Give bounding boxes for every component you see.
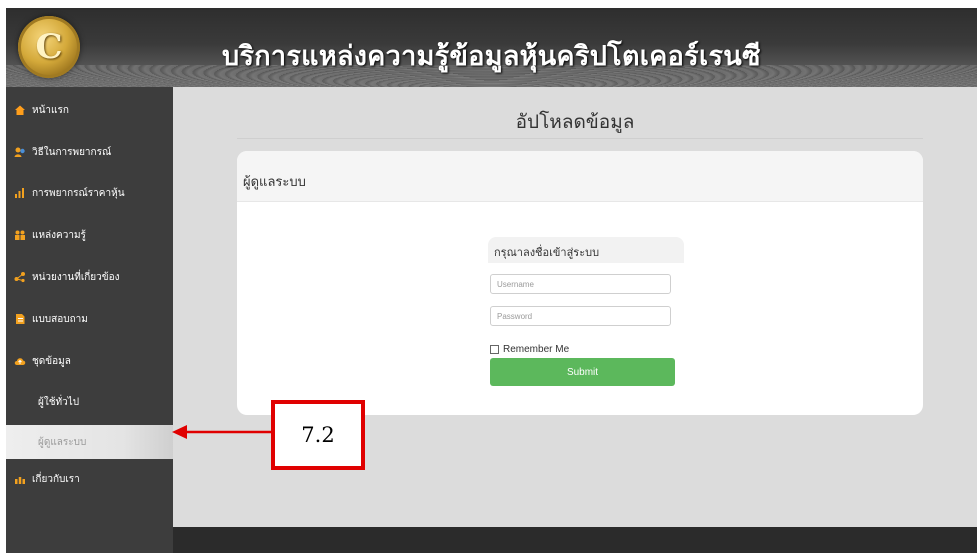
annotation-callout: 7.2: [271, 400, 365, 470]
sidebar-item-questionnaire[interactable]: แบบสอบถาม: [6, 302, 173, 336]
team-icon: [14, 473, 26, 485]
sidebar-item-knowledge[interactable]: แหล่งความรู้: [6, 218, 173, 252]
user-group-icon: [14, 146, 26, 158]
sidebar-item-agencies[interactable]: หน่วยงานที่เกี่ยวข้อง: [6, 260, 173, 294]
sidebar-item-about[interactable]: เกี่ยวกับเรา: [6, 462, 173, 496]
sidebar-item-label: ผู้ใช้ทั่วไป: [38, 396, 80, 408]
cloud-upload-icon: [14, 355, 26, 367]
remember-me-label: Remember Me: [503, 344, 570, 355]
annotation-arrow: [172, 425, 271, 439]
sidebar-item-label: ผู้ดูแลระบบ: [38, 436, 87, 448]
annotation-label: 7.2: [301, 423, 335, 447]
sidebar-item-label: หน่วยงานที่เกี่ยวข้อง: [32, 271, 120, 283]
site-header: C บริการแหล่งความรู้ข้อมูลหุ้นคริปโตเคอร…: [6, 8, 977, 87]
login-title: กรุณาลงชื่อเข้าสู่ระบบ: [494, 246, 600, 259]
remember-me-row[interactable]: Remember Me: [490, 344, 569, 355]
sidebar-item-label: วิธีในการพยากรณ์: [32, 146, 112, 158]
sidebar-item-stock-forecast[interactable]: การพยากรณ์ราคาหุ้น: [6, 176, 173, 210]
sidebar-item-admin[interactable]: ผู้ดูแลระบบ: [6, 425, 173, 459]
bar-chart-icon: [14, 187, 26, 199]
sidebar-item-label: การพยากรณ์ราคาหุ้น: [32, 187, 125, 199]
panel-header: ผู้ดูแลระบบ: [237, 151, 923, 202]
document-icon: [14, 313, 26, 325]
sidebar-item-label: แหล่งความรู้: [32, 229, 86, 241]
sidebar-item-label: ชุดข้อมูล: [32, 355, 71, 367]
password-input[interactable]: [490, 306, 671, 326]
logo-letter: C: [35, 27, 63, 67]
sidebar-item-datasets[interactable]: ชุดข้อมูล: [6, 344, 173, 378]
site-title: บริการแหล่งความรู้ข้อมูลหุ้นคริปโตเคอร์เ…: [222, 41, 761, 72]
sidebar-item-home[interactable]: หน้าแรก: [6, 93, 173, 127]
login-header: กรุณาลงชื่อเข้าสู่ระบบ: [488, 237, 684, 263]
sidebar-item-forecast-methods[interactable]: วิธีในการพยากรณ์: [6, 135, 173, 169]
app-frame: C บริการแหล่งความรู้ข้อมูลหุ้นคริปโตเคอร…: [6, 8, 977, 553]
sidebar-item-general-users[interactable]: ผู้ใช้ทั่วไป: [6, 385, 173, 419]
submit-button[interactable]: Submit: [490, 358, 675, 386]
sidebar-item-label: เกี่ยวกับเรา: [32, 473, 80, 485]
page-title: อัปโหลดข้อมูล: [515, 111, 635, 133]
home-icon: [14, 104, 26, 116]
network-icon: [14, 271, 26, 283]
sidebar-item-label: หน้าแรก: [32, 104, 69, 116]
admin-panel: ผู้ดูแลระบบ กรุณาลงชื่อเข้าสู่ระบบ Remem…: [237, 151, 923, 415]
sidebar: หน้าแรก วิธีในการพยากรณ์ การพยากรณ์ราคาห…: [6, 87, 173, 553]
crypto-coin-logo[interactable]: C: [18, 16, 80, 78]
sidebar-item-label: แบบสอบถาม: [32, 313, 88, 325]
footer-strip: [173, 527, 977, 553]
panel-title: ผู้ดูแลระบบ: [243, 175, 306, 190]
title-divider: [237, 138, 923, 139]
remember-me-checkbox[interactable]: [490, 345, 499, 354]
people-icon: [14, 229, 26, 241]
username-input[interactable]: [490, 274, 671, 294]
